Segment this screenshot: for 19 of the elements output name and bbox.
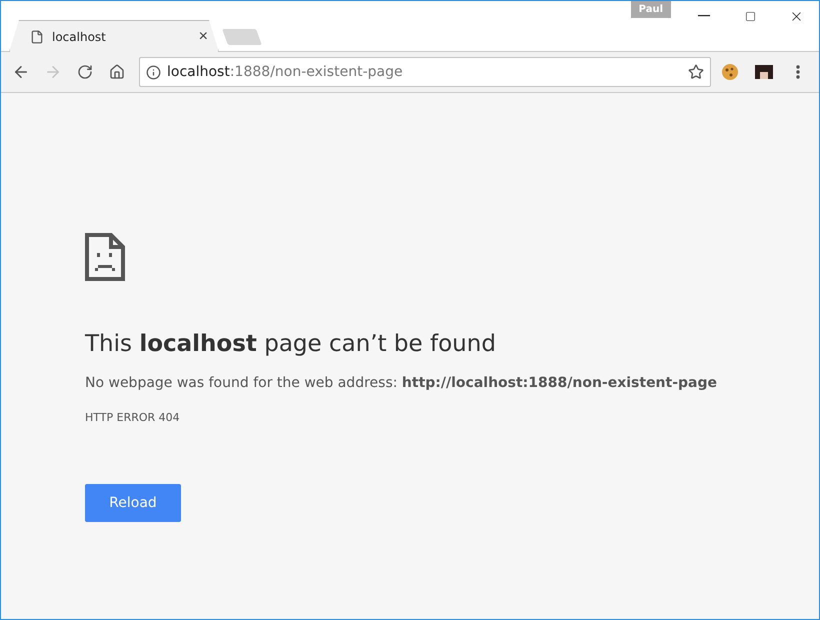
url-host: localhost <box>167 64 230 80</box>
bookmark-star-icon[interactable] <box>688 64 704 80</box>
tab-title: localhost <box>52 30 107 44</box>
reload-page-button[interactable]: Reload <box>85 484 181 522</box>
url-path: :1888/non-existent-page <box>230 64 404 80</box>
home-icon <box>109 64 125 80</box>
sad-page-icon <box>85 233 125 281</box>
forward-arrow-icon <box>44 63 62 81</box>
error-message: No webpage was found for the web address: http://localhost:1888/non-existent-page <box>85 375 718 391</box>
page-icon <box>30 30 44 44</box>
info-icon[interactable] <box>146 64 161 80</box>
error-heading: This localhost page can’t be found <box>85 331 497 357</box>
minimize-icon <box>698 15 710 17</box>
browser-tab[interactable]: localhost × <box>9 20 219 52</box>
reload-icon <box>77 64 93 80</box>
error-code: HTTP ERROR 404 <box>85 411 181 424</box>
maximize-icon <box>744 10 756 22</box>
address-bar[interactable]: localhost:1888/non-existent-page <box>139 57 711 87</box>
close-tab-button[interactable]: × <box>198 28 208 46</box>
